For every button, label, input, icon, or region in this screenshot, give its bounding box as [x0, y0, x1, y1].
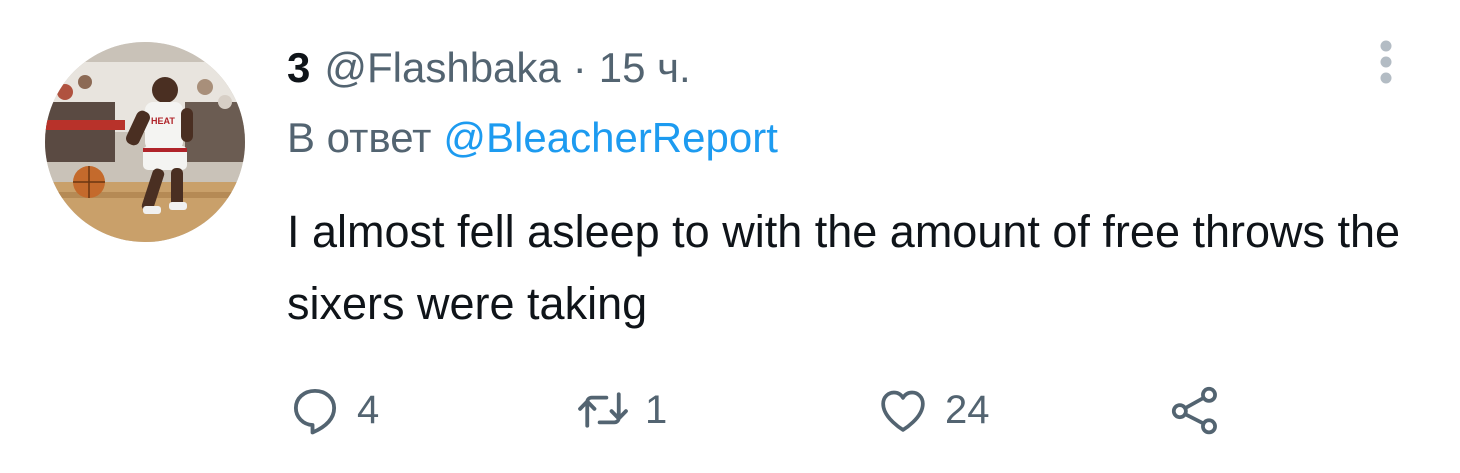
reply-context: В ответ @BleacherReport	[287, 114, 778, 162]
reply-prefix: В ответ	[287, 114, 432, 161]
tweet-text: I almost fell asleep to with the amount …	[287, 206, 1401, 329]
retweet-icon	[575, 382, 631, 438]
retweet-count: 1	[645, 387, 668, 432]
reply-count: 4	[357, 387, 380, 432]
reply-button[interactable]: 4	[287, 380, 379, 440]
heart-icon	[875, 382, 931, 438]
action-bar: 4 1 24	[287, 380, 1287, 440]
reply-mention-link[interactable]: @BleacherReport	[443, 114, 777, 161]
tweet-header: 3 @Flashbaka · 15 ч.	[287, 40, 691, 96]
timestamp[interactable]: 15 ч.	[599, 44, 691, 92]
separator-dot: ·	[572, 44, 587, 91]
display-name[interactable]: 3	[287, 44, 310, 92]
more-vertical-icon	[1380, 40, 1392, 84]
retweet-button[interactable]: 1	[575, 380, 667, 440]
more-options-button[interactable]	[1368, 34, 1404, 90]
share-icon	[1167, 382, 1223, 438]
like-count: 24	[945, 387, 990, 432]
avatar-photo: HEAT	[45, 42, 245, 242]
reply-bubble-icon	[287, 382, 343, 438]
tweet-card[interactable]: HEAT 3 @Flashbaka · 15 ч. В ответ @Bleach…	[0, 0, 1460, 473]
share-button[interactable]	[1167, 380, 1223, 440]
avatar[interactable]: HEAT	[45, 42, 245, 242]
user-handle[interactable]: @Flashbaka	[324, 44, 560, 92]
svg-text:HEAT: HEAT	[151, 116, 175, 126]
like-button[interactable]: 24	[875, 380, 990, 440]
